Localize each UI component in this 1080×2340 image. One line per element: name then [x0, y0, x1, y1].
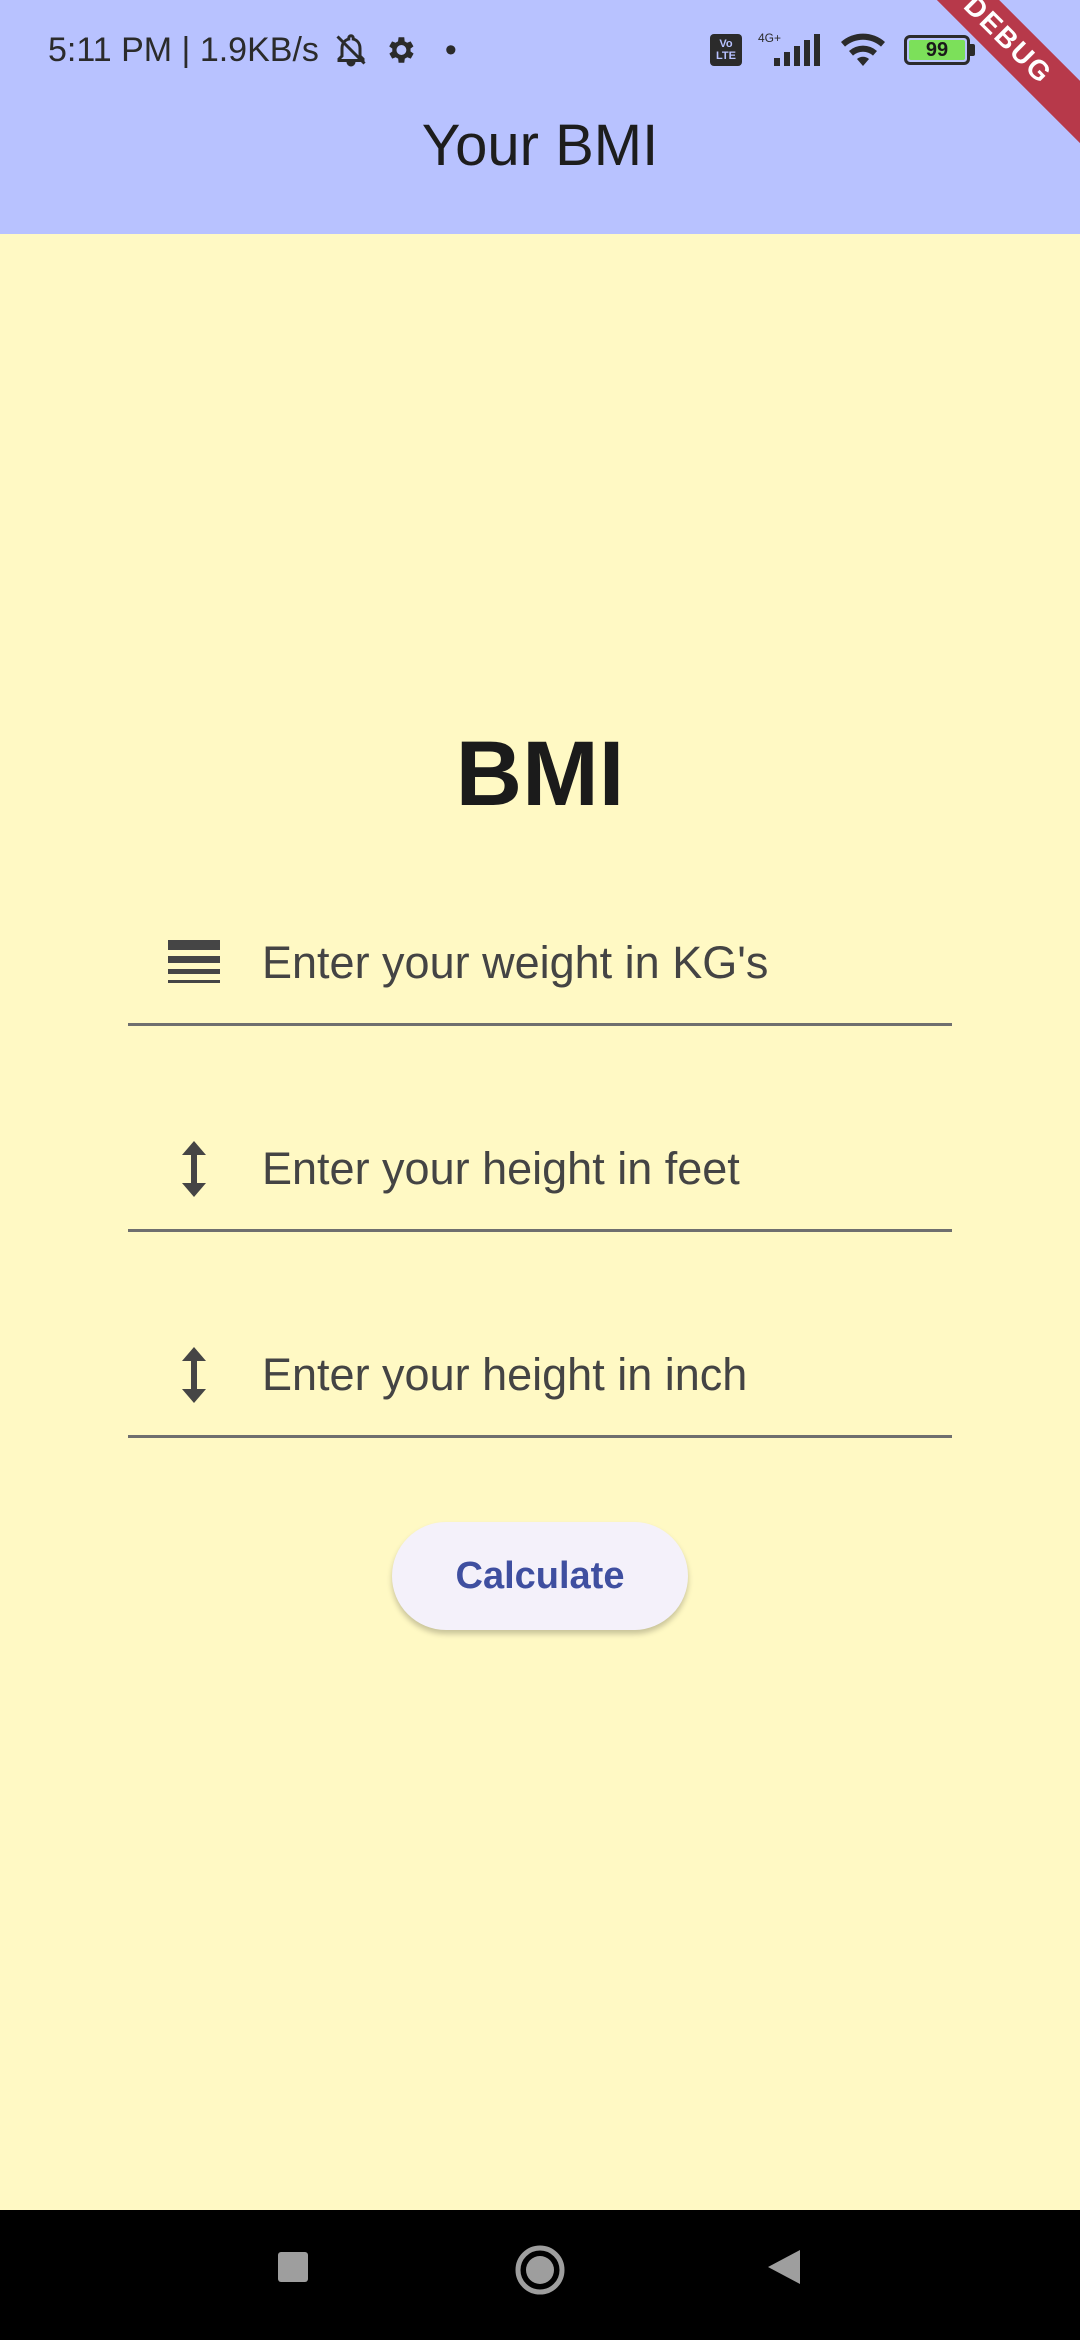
battery-icon: 99 [904, 35, 970, 65]
settings-gear-icon [383, 33, 417, 67]
back-triangle-icon[interactable] [766, 2248, 802, 2286]
height-inch-field[interactable] [128, 1314, 952, 1438]
notification-dot-icon: • [444, 30, 457, 69]
battery-level: 99 [925, 38, 949, 61]
height-icon [164, 1140, 224, 1197]
line-weight-icon [164, 939, 224, 986]
height-icon [164, 1346, 224, 1403]
height-inch-input[interactable] [262, 1348, 942, 1401]
home-circle-icon[interactable] [514, 2244, 566, 2296]
navigation-bar [0, 2210, 1080, 2340]
bmi-heading: BMI [455, 723, 625, 825]
app-bar: 5:11 PM | 1.9KB/s • Vo LTE 4G+ 99 Your B… [0, 0, 1080, 234]
volte-icon: Vo LTE [710, 34, 742, 66]
weight-input[interactable] [262, 936, 942, 989]
network-type-label: 4G+ [758, 31, 781, 45]
wifi-icon [838, 30, 888, 70]
page-title: Your BMI [421, 113, 659, 178]
status-bar: 5:11 PM | 1.9KB/s • Vo LTE 4G+ 99 [0, 0, 1080, 100]
status-time-speed: 5:11 PM | 1.9KB/s [48, 30, 319, 69]
height-feet-field[interactable] [128, 1108, 952, 1232]
height-feet-input[interactable] [262, 1142, 942, 1195]
weight-field[interactable] [128, 902, 952, 1026]
calculate-button[interactable]: Calculate [392, 1522, 688, 1630]
recents-square-icon[interactable] [276, 2250, 310, 2284]
signal-icon: 4G+ [758, 30, 822, 70]
muted-bell-icon [333, 32, 369, 68]
